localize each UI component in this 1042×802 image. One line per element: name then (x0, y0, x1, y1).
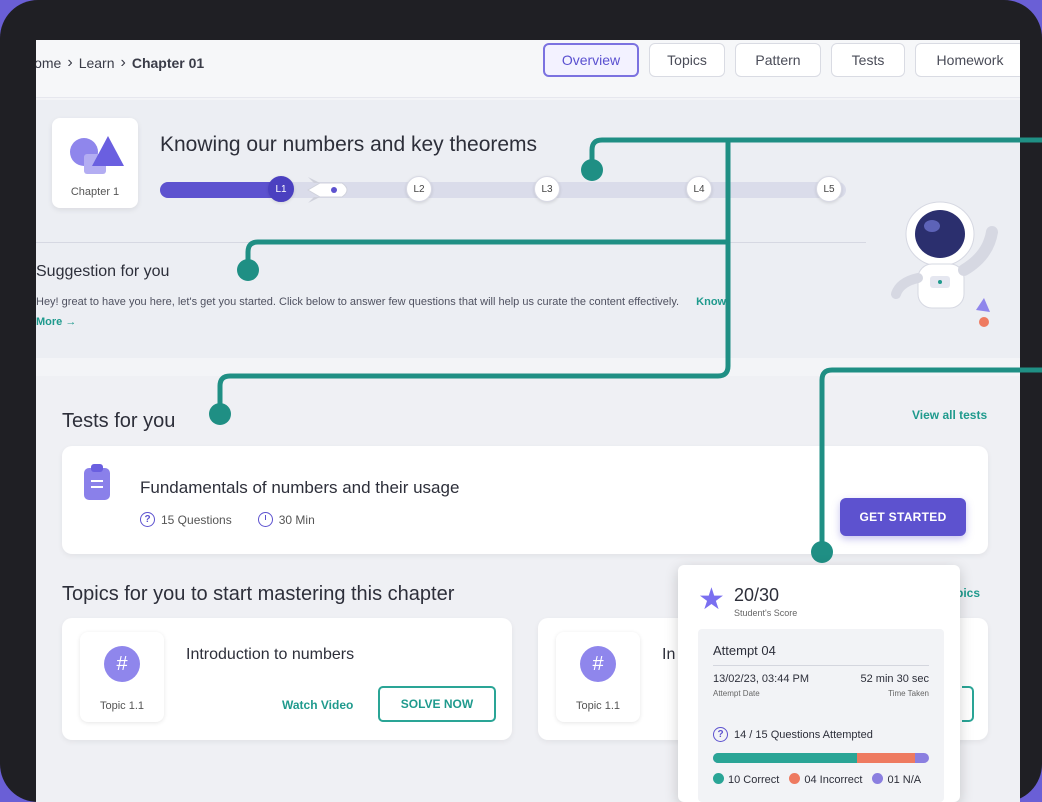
chapter-label: Chapter 1 (70, 186, 120, 198)
chapter-title: Knowing our numbers and key theorems (160, 133, 538, 156)
tab-tests[interactable]: Tests (831, 43, 905, 77)
legend-correct: 10 Correct (713, 773, 779, 786)
get-started-button[interactable]: GET STARTED (840, 498, 966, 536)
attempt-time: 52 min 30 sec (860, 673, 929, 685)
cross-icon (789, 773, 801, 784)
panel-divider (36, 242, 866, 243)
question-icon: ? (713, 727, 728, 742)
rocket-icon (307, 177, 348, 203)
score-label: Student's Score (734, 608, 798, 618)
chevron-right-icon: › (67, 54, 73, 71)
test-questions-count: 15 Questions (161, 512, 232, 527)
attempt-time-label: Time Taken (888, 689, 929, 698)
level-l3[interactable]: L3 (534, 176, 560, 202)
solve-now-button[interactable]: SOLVE NOW (378, 686, 496, 722)
incorrect-count: 04 Incorrect (804, 774, 863, 786)
suggestion-text: Hey! great to have you here, let's get y… (36, 292, 746, 332)
result-bar (713, 753, 929, 763)
view-all-tests-link[interactable]: View all tests (912, 408, 987, 422)
astronaut-illustration (891, 201, 998, 327)
tab-bar: Overview Topics Pattern Tests Homework (543, 43, 1020, 77)
chapter-badge: Chapter 1 (52, 118, 138, 208)
attempt-date: 13/02/23, 03:44 PM (713, 673, 810, 685)
legend-na: 01 N/A (872, 773, 921, 786)
tab-homework[interactable]: Homework (915, 43, 1020, 77)
question-icon: ? (140, 512, 155, 527)
topic-label: Topic 1.1 (99, 700, 145, 712)
score-value: 20/30 (734, 585, 780, 605)
score-card: ★ 20/30 Student's Score Attempt 04 13/02… (678, 565, 960, 802)
shapes-icon (70, 136, 124, 174)
star-icon: ★ (698, 583, 725, 616)
breadcrumb-learn[interactable]: Learn (79, 55, 115, 71)
top-bar: Home › Learn › Chapter 01 Overview Topic… (36, 40, 1020, 98)
legend-incorrect: 04 Incorrect (789, 773, 862, 786)
level-l5[interactable]: L5 (816, 176, 842, 202)
stopwatch-icon (257, 512, 273, 527)
topic-card[interactable]: # Topic 1.1 Introduction to numbers Watc… (62, 618, 512, 740)
tab-overview[interactable]: Overview (543, 43, 639, 77)
chevron-right-icon: › (120, 54, 126, 71)
level-progress-track (160, 182, 846, 198)
topics-heading: Topics for you to start mastering this c… (62, 583, 455, 605)
questions-attempted: ? 14 / 15 Questions Attempted (713, 727, 873, 742)
level-progress-fill (160, 182, 284, 198)
attempt-date-label: Attempt Date (713, 689, 760, 698)
suggestion-body: Hey! great to have you here, let's get y… (36, 296, 680, 308)
correct-count: 10 Correct (728, 774, 780, 786)
result-bar-correct (713, 753, 857, 763)
topic-title: Introduction to numbers (186, 646, 355, 663)
test-questions: ? 15 Questions (140, 512, 232, 527)
level-l2[interactable]: L2 (406, 176, 432, 202)
result-legend: 10 Correct 04 Incorrect 01 N/A (713, 773, 921, 786)
test-duration-value: 30 Min (278, 512, 315, 527)
test-card[interactable]: Fundamentals of numbers and their usage … (62, 446, 988, 554)
topic-label: Topic 1.1 (575, 700, 621, 712)
tests-heading: Tests for you (62, 410, 176, 432)
test-meta: ? 15 Questions 30 Min (140, 512, 315, 527)
suggestion-title: Suggestion for you (36, 263, 170, 280)
attempt-details: Attempt 04 13/02/23, 03:44 PM 52 min 30 … (698, 629, 944, 802)
hash-icon: # (104, 646, 140, 682)
breadcrumb: Home › Learn › Chapter 01 (36, 54, 204, 72)
topic-title: In (662, 646, 676, 663)
tab-topics[interactable]: Topics (649, 43, 725, 77)
level-l4[interactable]: L4 (686, 176, 712, 202)
topic-badge: # Topic 1.1 (80, 632, 164, 722)
tab-pattern[interactable]: Pattern (735, 43, 821, 77)
check-icon (713, 773, 724, 784)
test-title: Fundamentals of numbers and their usage (140, 478, 460, 497)
test-duration: 30 Min (257, 512, 315, 527)
hash-icon: # (580, 646, 616, 682)
result-bar-incorrect (856, 753, 915, 763)
attempt-title: Attempt 04 (713, 643, 776, 658)
solve-now-button-edge[interactable] (962, 686, 974, 722)
na-count: 01 N/A (887, 774, 922, 786)
info-icon (872, 773, 884, 784)
chapter-panel: Chapter 1 Knowing our numbers and key th… (36, 100, 1020, 358)
questions-attempted-text: 14 / 15 Questions Attempted (734, 728, 873, 741)
clipboard-icon (84, 464, 110, 500)
level-l1[interactable]: L1 (268, 176, 294, 202)
breadcrumb-home[interactable]: Home (36, 55, 61, 71)
watch-video-link[interactable]: Watch Video (282, 698, 353, 712)
topic-badge: # Topic 1.1 (556, 632, 640, 722)
breadcrumb-current: Chapter 01 (131, 55, 205, 71)
attempt-divider (713, 665, 929, 666)
